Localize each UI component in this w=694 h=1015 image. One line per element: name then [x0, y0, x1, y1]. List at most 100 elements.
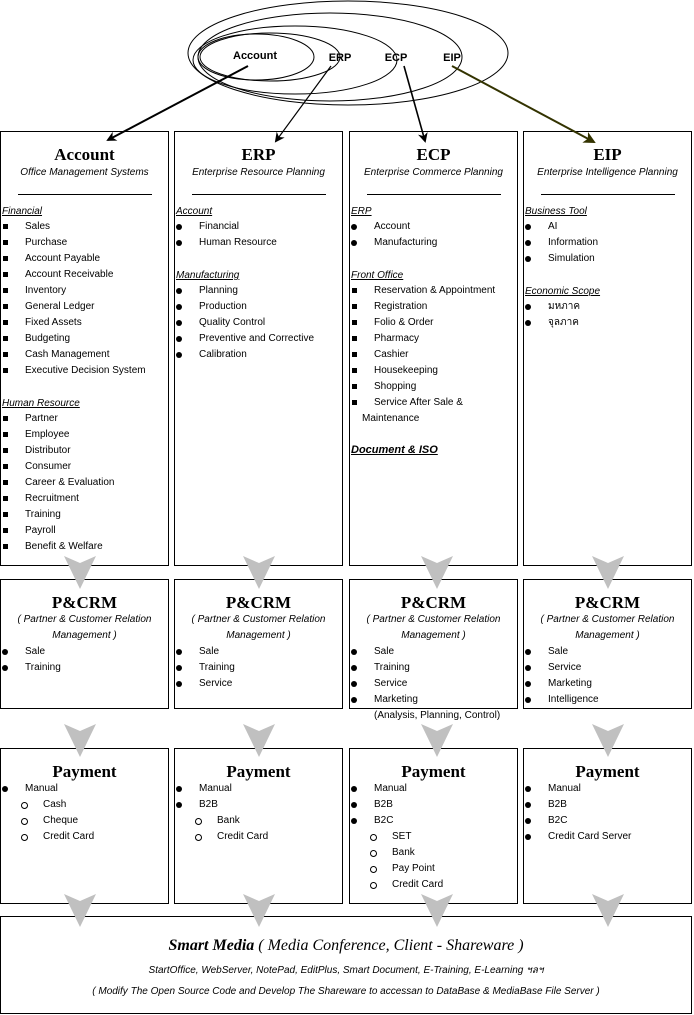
list-item: Purchase	[1, 235, 168, 251]
list-item: Cheque	[1, 813, 168, 829]
section-heading: Financial	[2, 206, 43, 217]
list-item: Service	[350, 676, 517, 692]
payment-list: Manual B2B B2C Credit Card Server	[524, 781, 691, 845]
section-heading: Human Resource	[2, 398, 80, 409]
oval-ecp	[197, 12, 463, 102]
list-item: Account	[350, 219, 517, 235]
oval-label-ecp: ECP	[385, 52, 408, 64]
section-heading: Economic Scope	[525, 286, 601, 297]
pcrm-box: P&CRM ( Partner & Customer Relation Manage…	[174, 579, 343, 709]
pcrm-subtitle: ( Partner & Customer Relation	[540, 614, 675, 625]
list-item: B2C	[524, 813, 691, 829]
arrow-to-ecp	[403, 65, 428, 143]
payment-list: Manual B2B Bank Credit Card	[175, 781, 342, 845]
section-list: Reservation & Appointment Registration Fol…	[350, 283, 517, 427]
list-item: B2C	[350, 813, 517, 829]
section-list: AI Information Simulation	[524, 219, 691, 267]
list-item: Distributor	[1, 443, 168, 459]
list-item: Sale	[350, 644, 517, 660]
payment-box: Payment Manual B2B B2C Credit Card Server	[523, 748, 692, 904]
list-item: Account Receivable	[1, 267, 168, 283]
list-item: Manual	[524, 781, 691, 797]
account-box: Account Office Management Systems Financia…	[0, 131, 169, 566]
list-item: Pay Point	[350, 861, 517, 877]
erp-box: ERP Enterprise Resource Planning Account Fi…	[174, 131, 343, 566]
oval-label-erp: ERP	[329, 52, 352, 64]
payment-list: Manual B2B B2C SET Bank Pay Point Credit Card	[350, 781, 517, 893]
smart-media-tools: StartOffice, WebServer, NotePad, EditPlu…	[148, 965, 544, 976]
pcrm-list: Sale Training Service	[175, 644, 342, 692]
list-item: Payroll	[1, 523, 168, 539]
list-item: Credit Card	[1, 829, 168, 845]
divider	[540, 194, 675, 195]
list-item: Production	[175, 299, 342, 315]
list-item: Training	[1, 507, 168, 523]
list-item: Credit Card Server	[524, 829, 691, 845]
oval-label-account: Account	[233, 50, 277, 62]
list-item: Training	[350, 660, 517, 676]
oval-eip	[187, 0, 509, 106]
section-heading: Document & ISO	[351, 444, 438, 456]
list-item: Preventive and Corrective	[175, 331, 342, 347]
column-subtitle: Office Management Systems	[20, 167, 149, 178]
list-item: มหภาค	[524, 299, 691, 315]
list-item: Sale	[175, 644, 342, 660]
list-item: Planning	[175, 283, 342, 299]
divider	[366, 194, 501, 195]
pcrm-box: P&CRM ( Partner & Customer Relation Manage…	[0, 579, 169, 709]
arrow-to-account	[106, 65, 249, 141]
list-item: B2B	[175, 797, 342, 813]
list-item: B2B	[524, 797, 691, 813]
payment-box: Payment Manual B2B B2C SET Bank Pay Point Credi…	[349, 748, 518, 904]
smart-media-title: Smart Media	[168, 937, 255, 954]
list-item: Quality Control	[175, 315, 342, 331]
list-item: Service After Sale &	[350, 395, 517, 411]
list-item: Sales	[1, 219, 168, 235]
pcrm-list: Sale Service Marketing Intelligence	[524, 644, 691, 708]
list-item: Bank	[350, 845, 517, 861]
list-item: General Ledger	[1, 299, 168, 315]
pcrm-title: P&CRM	[574, 593, 641, 612]
list-item: Calibration	[175, 347, 342, 363]
pcrm-title: P&CRM	[51, 593, 118, 612]
column-subtitle: Enterprise Commerce Planning	[364, 167, 503, 178]
smart-media-box: Smart Media ( Media Conference, Client -…	[0, 916, 692, 1014]
list-item: Employee	[1, 427, 168, 443]
payment-title: Payment	[575, 762, 640, 781]
list-item: Account Payable	[1, 251, 168, 267]
ecp-box: ECP Enterprise Commerce Planning ERP Accoun…	[349, 131, 518, 566]
list-item: Budgeting	[1, 331, 168, 347]
list-item: Service	[175, 676, 342, 692]
list-item: Bank	[175, 813, 342, 829]
section-heading: Business Tool	[525, 206, 587, 217]
list-item: Benefit & Welfare	[1, 539, 168, 555]
list-item: Housekeeping	[350, 363, 517, 379]
list-item: Fixed Assets	[1, 315, 168, 331]
section-heading: ERP	[351, 206, 372, 217]
column-title: Account	[54, 145, 115, 164]
list-item-continuation: Maintenance	[362, 413, 420, 424]
arrow-to-erp	[274, 65, 332, 143]
list-item: Information	[524, 235, 691, 251]
pcrm-subtitle: Management )	[52, 630, 117, 641]
smart-media-subtitle: ( Media Conference, Client - Shareware )	[254, 937, 524, 954]
list-item: Manual	[175, 781, 342, 797]
smart-media-heading: Smart Media ( Media Conference, Client -…	[1, 937, 691, 955]
list-item: จุลภาค	[524, 315, 691, 331]
section-list: Financial Human Resource	[175, 219, 342, 251]
list-item: Credit Card	[350, 877, 517, 893]
pcrm-list: Sale Training Service Marketing (Analysis, P…	[350, 644, 517, 724]
pcrm-subtitle: ( Partner & Customer Relation	[191, 614, 326, 625]
pcrm-box: P&CRM ( Partner & Customer Relation Manage…	[349, 579, 518, 721]
pcrm-subtitle: Management )	[226, 630, 291, 641]
pcrm-title: P&CRM	[400, 593, 467, 612]
payment-box: Payment Manual B2B Bank Credit Card	[174, 748, 343, 904]
list-item: AI	[524, 219, 691, 235]
list-item: Pharmacy	[350, 331, 517, 347]
list-item: Human Resource	[175, 235, 342, 251]
list-item: Partner	[1, 411, 168, 427]
list-item: Manual	[1, 781, 168, 797]
